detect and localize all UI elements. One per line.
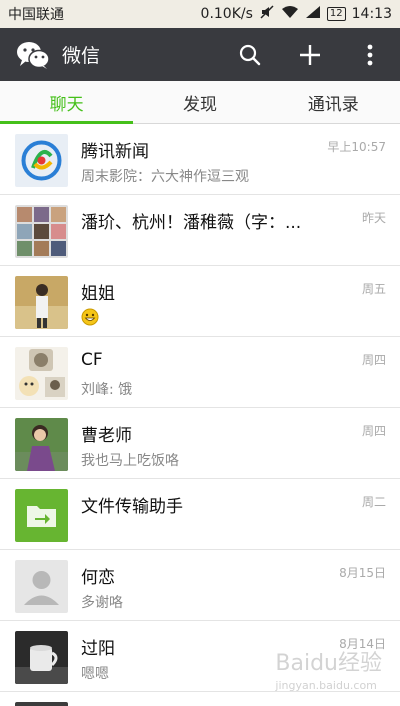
search-button[interactable] [220,28,280,81]
chat-name: 文件传输助手 [81,497,183,517]
watermark-text: Baidu经验 [275,651,382,676]
chat-name: 过阳 [81,639,115,659]
chat-item-teacher-cao[interactable]: 曹老师 我也马上吃饭咯 周四 [0,408,400,479]
chat-name: 姐姐 [81,284,115,304]
chat-last-message: 我也马上吃饭咯 [81,453,179,469]
chat-last-message: 刘峰: 饿 [81,382,133,398]
chat-item-group[interactable]: 潘玠、杭州！潘稚薇（字：... 昨天 [0,195,400,266]
avatar [15,276,68,329]
status-bar: 中国联通 0.10K/s 12 14:13 [0,0,400,28]
chat-name: 曹老师 [81,426,132,446]
app-title: 微信 [62,45,101,67]
chat-time: 周五 [361,282,386,296]
battery-icon: 12 [326,7,346,21]
chat-time: 周四 [361,353,386,367]
tab-label: 通讯录 [307,94,359,115]
avatar [15,631,68,684]
chat-time: 周二 [361,495,386,509]
tab-contacts[interactable]: 通讯录 [267,81,400,123]
chat-item-he-lian[interactable]: 何恋 多谢咯 8月15日 [0,550,400,621]
tab-chats[interactable]: 聊天 [0,81,134,124]
tab-bar: 聊天 发现 通讯录 [0,81,400,124]
more-icon [367,44,373,65]
mute-icon [259,4,275,24]
chat-item-partial[interactable] [0,692,400,706]
avatar [15,489,68,542]
add-button[interactable] [280,28,340,81]
watermark-sub: jingyan.baidu.com [275,679,377,692]
tab-discover[interactable]: 发现 [133,81,266,123]
avatar [15,134,68,187]
chat-time: 周四 [361,424,386,438]
chat-name: 何恋 [81,568,115,588]
watermark: Baidu经验 jingyan.baidu.com [275,645,382,692]
chat-name: 潘玠、杭州！潘稚薇（字：... [81,213,302,233]
carrier-label: 中国联通 [8,7,64,23]
chat-name: CF [81,350,103,370]
chat-name: 腾讯新闻 [81,142,149,162]
search-icon [239,44,261,65]
network-speed: 0.10K/s [200,6,253,22]
emoji-grin-icon [81,308,99,330]
chat-last-message: 多谢咯 [81,595,123,611]
plus-icon [300,44,320,65]
chat-list: 腾讯新闻 周末影院：六大神作逗三观 早上10:57 潘玠、杭州！潘稚薇（字：..… [0,124,400,706]
clock: 14:13 [351,6,392,22]
wechat-logo-icon [16,40,50,70]
chat-last-message: 嗯嗯 [81,666,109,682]
app-bar: 微信 [0,28,400,81]
avatar [15,205,68,258]
chat-item-cf[interactable]: CF 刘峰: 饿 周四 [0,337,400,408]
avatar [15,418,68,471]
chat-time: 昨天 [361,211,386,225]
chat-item-tencent-news[interactable]: 腾讯新闻 周末影院：六大神作逗三观 早上10:57 [0,124,400,195]
tab-label: 聊天 [49,94,84,115]
chat-last-message: 周末影院：六大神作逗三观 [81,169,249,185]
chat-time: 早上10:57 [327,140,386,154]
chat-item-sister[interactable]: 姐姐 周五 [0,266,400,337]
avatar [15,702,68,706]
more-button[interactable] [340,28,400,81]
tab-label: 发现 [182,94,217,115]
chat-time: 8月15日 [339,566,386,580]
chat-item-file-transfer[interactable]: 文件传输助手 周二 [0,479,400,550]
wifi-icon [281,5,299,23]
signal-icon [305,5,321,23]
avatar [15,347,68,400]
avatar [15,560,68,613]
